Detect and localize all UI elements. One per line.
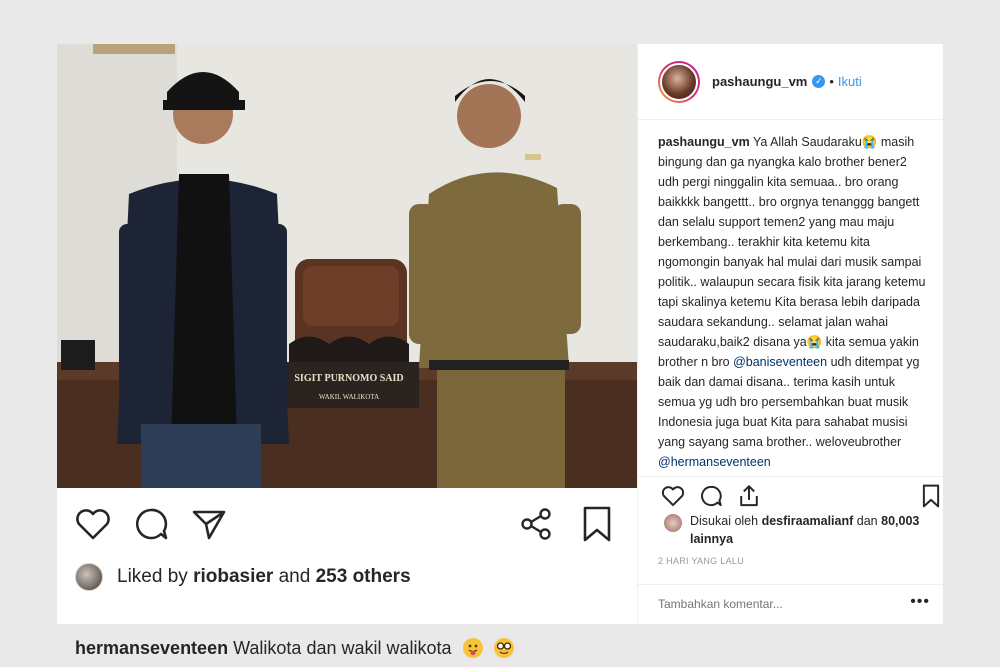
likes-prefix: Disukai oleh: [690, 514, 759, 528]
nerd-emoji-icon: [493, 638, 514, 658]
heart-icon[interactable]: [73, 504, 113, 544]
nameplate-name: SIGIT PURNOMO SAID: [294, 373, 403, 384]
caption-text: Walikota dan wakil walikota: [233, 638, 452, 658]
comment-icon[interactable]: [698, 483, 724, 509]
comment-icon[interactable]: [131, 504, 171, 544]
sidebar-action-bar: [638, 476, 944, 514]
photo-illustration: SIGIT PURNOMO SAID WAKIL WALIKOTA: [57, 44, 637, 488]
comment-text-part2: udh ditempat yg baik dan damai disana.. …: [658, 355, 920, 449]
bookmark-icon[interactable]: [918, 483, 944, 509]
post-timestamp[interactable]: 2 HARI YANG LALU: [658, 556, 744, 566]
post-caption: hermanseventeen Walikota dan wakil walik…: [75, 638, 635, 659]
tongue-emoji-icon: [462, 638, 483, 658]
header-separator: •: [829, 74, 834, 89]
post-sidebar: pashaungu_vm ✓ • Ikuti pashaungu_vm Ya A…: [637, 44, 944, 624]
author-username[interactable]: pashaungu_vm: [712, 74, 807, 89]
mention-link-2[interactable]: @hermanseventeen: [658, 455, 771, 469]
post-action-bar: [57, 488, 637, 560]
author-avatar[interactable]: [658, 60, 700, 103]
heart-icon[interactable]: [660, 483, 686, 509]
likes-and: dan: [856, 514, 878, 528]
liked-by-and: and: [278, 566, 311, 587]
liked-by-row[interactable]: Liked by riobasier and 253 others: [75, 562, 635, 592]
bookmark-icon[interactable]: [577, 504, 617, 544]
liker-avatar: [75, 563, 103, 591]
verified-badge-icon: ✓: [812, 75, 826, 88]
comment-username[interactable]: pashaungu_vm: [658, 135, 750, 149]
liked-by-text: Liked by riobasier and 253 others: [117, 566, 411, 588]
mention-link-1[interactable]: @baniseventeen: [733, 355, 827, 369]
share-icon[interactable]: [517, 504, 557, 544]
sidebar-likes: Disukai oleh desfiraamalianf dan 80,003 …: [664, 512, 934, 548]
sidebar-header: pashaungu_vm ✓ • Ikuti: [638, 44, 944, 120]
post-photo[interactable]: SIGIT PURNOMO SAID WAKIL WALIKOTA: [57, 44, 637, 488]
upload-share-icon[interactable]: [736, 483, 762, 509]
post-mobile-view: SIGIT PURNOMO SAID WAKIL WALIKOTA Liked …: [57, 44, 637, 658]
follow-button[interactable]: Ikuti: [838, 74, 862, 89]
nameplate-title: WAKIL WALIKOTA: [319, 393, 379, 401]
likes-username[interactable]: desfiraamalianf: [762, 514, 854, 528]
add-comment-input[interactable]: [658, 597, 898, 611]
liked-others-count[interactable]: 253 others: [316, 566, 411, 587]
share-direct-icon[interactable]: [189, 504, 229, 544]
liked-by-username[interactable]: riobasier: [193, 566, 273, 587]
caption-username[interactable]: hermanseventeen: [75, 638, 228, 658]
comment-text-part1: Ya Allah Saudaraku😭 masih bingung dan ga…: [658, 135, 926, 369]
liker-avatar: [664, 514, 682, 532]
more-options-icon[interactable]: •••: [910, 593, 930, 611]
caption-comment: pashaungu_vm Ya Allah Saudaraku😭 masih b…: [658, 132, 930, 470]
liked-by-prefix: Liked by: [117, 566, 188, 587]
add-comment-bar: •••: [638, 584, 944, 624]
